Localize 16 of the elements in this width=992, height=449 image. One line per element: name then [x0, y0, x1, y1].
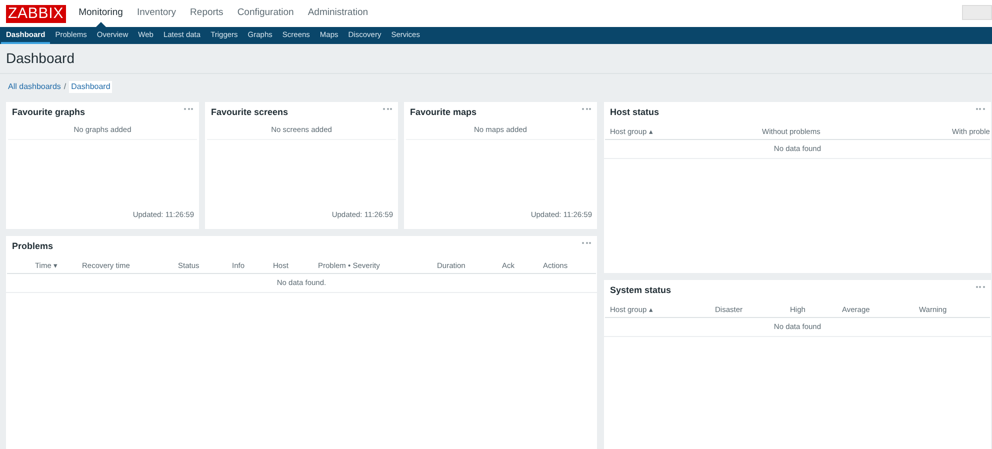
widget-title: Host status [610, 106, 660, 120]
zabbix-logo[interactable]: ZABBIX [6, 4, 66, 22]
widget-title: Favourite maps [410, 106, 477, 120]
breadcrumb-link[interactable]: Dashboard [69, 81, 112, 93]
breadcrumb-separator: / [64, 81, 66, 93]
menu-tab[interactable]: Inventory [130, 0, 184, 27]
widget-title: Favourite graphs [12, 106, 86, 120]
widget-title: Problems [12, 240, 54, 254]
menu-tab[interactable]: Configuration [230, 0, 301, 27]
breadcrumb-link[interactable]: All dashboards [8, 81, 61, 93]
menu-tab[interactable]: Reports [183, 0, 230, 27]
page-title: Dashboard [0, 44, 992, 74]
widget-title: System status [610, 284, 672, 298]
menu-tab[interactable]: Administration [300, 0, 376, 27]
widget-title: Favourite screens [211, 106, 288, 120]
search-field[interactable] [962, 5, 992, 20]
